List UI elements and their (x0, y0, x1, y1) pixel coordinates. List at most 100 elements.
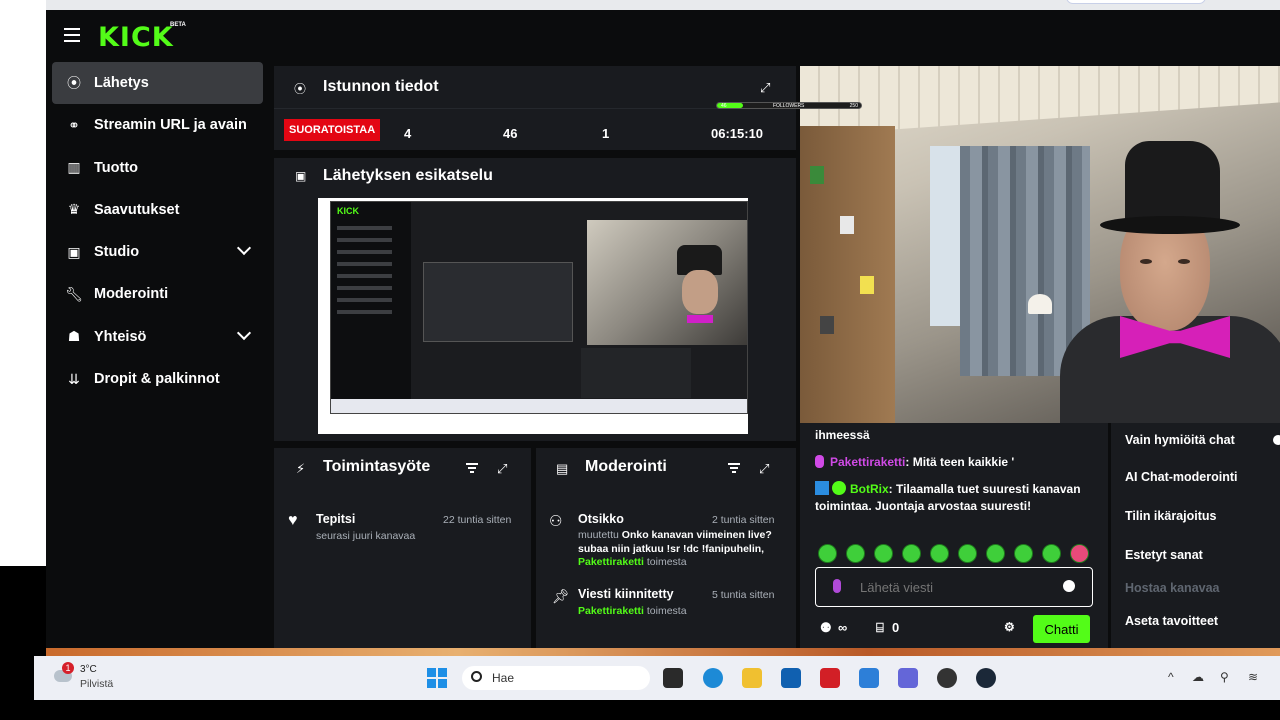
sidebar-item-drops[interactable]: ⇊ Dropit & palkinnot (52, 358, 263, 400)
gift-icon[interactable]: ⌸ (876, 620, 884, 636)
setting-goals[interactable]: Aseta tavoitteet (1125, 614, 1218, 628)
emote-only-toggle[interactable] (1273, 435, 1280, 445)
browser-pill[interactable] (1066, 0, 1206, 4)
expand-icon[interactable]: ⤢ (497, 461, 511, 476)
taskview-icon[interactable] (663, 668, 683, 688)
sidebar-item-broadcast[interactable]: ⦿ Lähetys (52, 62, 263, 104)
drops-icon: ⇊ (68, 370, 80, 387)
emote-icon[interactable] (1070, 544, 1089, 563)
browser-topbar (46, 0, 1280, 10)
sidebar-item-stream-url[interactable]: ⚭ Streamin URL ja avain (52, 104, 263, 146)
desktop-background (0, 0, 46, 656)
pin-icon: 📌︎ (552, 588, 570, 604)
edge-icon[interactable] (703, 668, 723, 688)
community-icon: ☗ (67, 328, 81, 345)
windows-taskbar: 1 3°C Pilvistä Hae ^ ☁ ⚲ ≋ (34, 656, 1280, 700)
setting-ai-moderation[interactable]: AI Chat-moderointi (1125, 470, 1238, 484)
emote-icon[interactable] (874, 544, 893, 563)
sidebar-item-label: Lähetys (94, 75, 149, 91)
teams-icon[interactable] (898, 668, 918, 688)
chart-icon: ▥ (67, 159, 81, 176)
chevron-up-icon[interactable]: ^ (1168, 670, 1174, 684)
chat-message: Pakettiraketti: Mitä teen kaikkie ' (815, 454, 1100, 471)
moderation-item-detail: Pakettiraketti toimesta (578, 605, 687, 617)
setting-emote-only[interactable]: Vain hymiöitä chat (1125, 433, 1235, 447)
studio-icon: ▣ (67, 243, 81, 260)
chat-input[interactable] (815, 567, 1093, 607)
search-icon (471, 671, 482, 682)
sidebar-item-moderation[interactable]: 🔧︎ Moderointi (52, 273, 263, 315)
preview-video[interactable]: KICK (318, 198, 748, 434)
chat-message-partial: ihmeessä (815, 428, 870, 442)
obs-icon[interactable] (937, 668, 957, 688)
start-icon[interactable] (427, 668, 447, 688)
steam-icon[interactable] (976, 668, 996, 688)
wallpaper-strip (46, 648, 1280, 656)
preview-icon: ▣ (295, 169, 307, 183)
beta-badge: BETA (170, 22, 186, 28)
emote-icon[interactable] (902, 544, 921, 563)
moderation-item-time: 2 tuntia sitten (712, 514, 775, 526)
emote-icon[interactable] (1014, 544, 1033, 563)
mic-icon (833, 579, 841, 593)
app-icon[interactable] (859, 668, 879, 688)
preview-title: Lähetyksen esikatselu (323, 167, 493, 184)
broadcast-preview-panel: ▣ Lähetyksen esikatselu KICK (274, 158, 796, 441)
wifi-icon[interactable]: ≋ (1248, 670, 1258, 684)
activity-user: Tepitsi (316, 512, 356, 526)
emote-icon[interactable] (986, 544, 1005, 563)
emote-icon[interactable] (958, 544, 977, 563)
folder-icon[interactable] (742, 668, 762, 688)
chevron-down-icon (236, 241, 252, 256)
filter-icon[interactable] (728, 463, 740, 473)
cloud-icon[interactable]: ☁ (1192, 670, 1204, 684)
session-info-title: Istunnon tiedot (323, 78, 439, 95)
moderation-panel: ▤ Moderointi ⤢ ⚇ Otsikko 2 tuntia sitten… (536, 448, 796, 648)
expand-icon[interactable]: ⤢ (759, 461, 773, 476)
sidebar-item-studio[interactable]: ▣ Studio (52, 231, 263, 273)
emoji-icon[interactable] (1063, 580, 1075, 592)
emote-icon[interactable] (930, 544, 949, 563)
sidebar-item-label: Yhteisö (94, 328, 147, 345)
app-l-icon[interactable] (820, 668, 840, 688)
emote-row (818, 544, 1089, 563)
activity-desc: seurasi juuri kanavaa (316, 530, 416, 542)
gear-icon[interactable]: ⚙ (1004, 620, 1015, 634)
store-icon[interactable] (781, 668, 801, 688)
activity-feed-title: Toimintasyöte (323, 458, 431, 475)
sidebar-item-achievements[interactable]: ♛ Saavutukset (52, 189, 263, 231)
activity-time: 22 tuntia sitten (443, 514, 512, 526)
emote-icon[interactable] (1042, 544, 1061, 563)
expand-icon[interactable]: ⤢ (760, 80, 774, 95)
moderation-title: Moderointi (585, 458, 667, 475)
sidebar-item-label: Moderointi (94, 286, 169, 303)
menu-icon[interactable] (64, 28, 80, 42)
heart-icon: ♥ (288, 512, 298, 529)
filter-icon[interactable] (466, 463, 478, 473)
kick-logo[interactable]: KICK (98, 22, 174, 53)
sidebar-item-revenue[interactable]: ▥ Tuotto (52, 147, 263, 189)
sidebar-item-label: Streamin URL ja avain (94, 117, 247, 134)
viewers-count: ∞ (838, 620, 848, 635)
mic-badge-icon (815, 455, 824, 468)
mic-icon[interactable]: ⚲ (1220, 670, 1229, 684)
moderation-item-name: Otsikko (578, 512, 624, 526)
subscriber-count: 1 (602, 126, 610, 141)
sidebar: ⦿ Lähetys ⚭ Streamin URL ja avain ▥ Tuot… (52, 62, 263, 400)
viewers-icon: ⚉ (820, 620, 832, 635)
taskbar-search[interactable]: Hae (462, 666, 650, 690)
chat-send-button[interactable]: Chatti (1033, 615, 1090, 643)
setting-age-restriction[interactable]: Tilin ikärajoitus (1125, 509, 1216, 523)
emote-icon[interactable] (846, 544, 865, 563)
setting-blocked-words[interactable]: Estetyt sanat (1125, 548, 1203, 562)
emote-icon[interactable] (818, 544, 837, 563)
chevron-down-icon (236, 325, 252, 340)
chat-settings-panel: Vain hymiöitä chat AI Chat-moderointi Ti… (1111, 423, 1280, 648)
sidebar-item-community[interactable]: ☗ Yhteisö (52, 316, 263, 358)
bot-badge-icon (815, 481, 829, 495)
follower-count: 46 (503, 126, 518, 141)
moderation-item-detail: muutettu Onko kanavan viimeinen live? su… (578, 529, 772, 568)
chat-panel: ihmeessä Pakettiraketti: Mitä teen kaikk… (800, 423, 1108, 648)
wrench-icon: 🔧︎ (65, 285, 83, 302)
stream-video[interactable] (800, 66, 1280, 423)
